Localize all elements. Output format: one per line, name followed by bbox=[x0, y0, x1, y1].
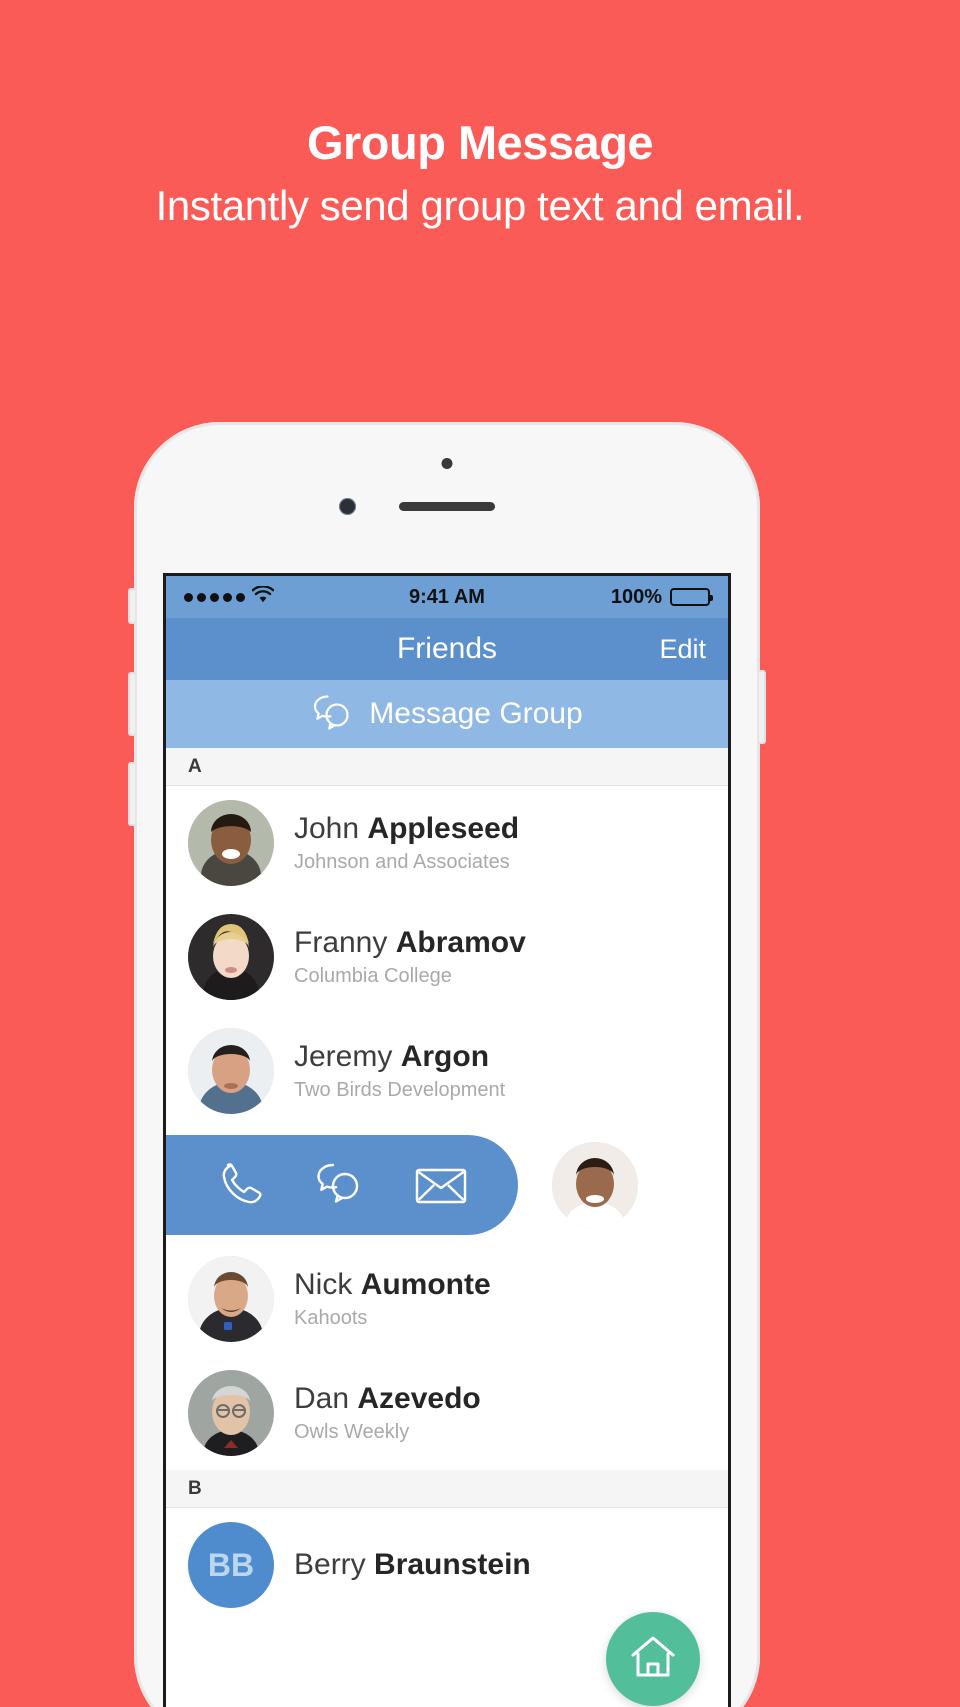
home-icon bbox=[628, 1633, 678, 1686]
contact-org: Two Birds Development bbox=[294, 1078, 506, 1101]
power-button[interactable] bbox=[759, 670, 766, 744]
phone-device: 9:41 AM 100% Friends Edit Message Group … bbox=[128, 422, 766, 1707]
contact-text: Berry Braunstein bbox=[294, 1548, 531, 1583]
signal-strength-icon bbox=[184, 592, 245, 602]
promo-subtitle: Instantly send group text and email. bbox=[155, 182, 805, 230]
phone-icon[interactable] bbox=[215, 1159, 267, 1211]
contact-text: Nick Aumonte Kahoots bbox=[294, 1268, 491, 1330]
avatar bbox=[188, 800, 274, 886]
contact-row[interactable]: Dan Azevedo Owls Weekly bbox=[166, 1356, 728, 1470]
front-camera-icon bbox=[339, 498, 356, 515]
contact-name: Jeremy Argon bbox=[294, 1040, 490, 1074]
section-header-b: B bbox=[166, 1470, 728, 1508]
swipe-actions-container bbox=[166, 1135, 518, 1235]
status-bar: 9:41 AM 100% bbox=[166, 576, 728, 618]
contact-text: Dan Azevedo Owls Weekly bbox=[294, 1382, 481, 1444]
chat-bubbles-icon bbox=[311, 693, 355, 736]
contact-text: Franny Abramov Columbia College bbox=[294, 926, 526, 988]
contact-name: Dan Azevedo bbox=[294, 1382, 481, 1416]
volume-up-button[interactable] bbox=[128, 672, 135, 736]
volume-down-button[interactable] bbox=[128, 762, 135, 826]
avatar bbox=[188, 1370, 274, 1456]
contact-name: John Appleseed bbox=[294, 812, 520, 846]
wifi-icon bbox=[251, 584, 275, 609]
contact-org: Johnson and Associates bbox=[294, 850, 510, 873]
earpiece-speaker bbox=[399, 502, 495, 511]
contact-row[interactable]: Franny Abramov Columbia College bbox=[166, 900, 728, 1014]
avatar bbox=[188, 1256, 274, 1342]
avatar bbox=[552, 1142, 638, 1228]
promo-header: Group Message Instantly send group text … bbox=[0, 0, 960, 230]
contact-row[interactable]: BB Berry Braunstein bbox=[166, 1508, 728, 1622]
contact-row[interactable]: Nick Aumonte Kahoots bbox=[166, 1242, 728, 1356]
contact-org: Columbia College bbox=[294, 964, 452, 987]
contact-row[interactable]: John Appleseed Johnson and Associates bbox=[166, 786, 728, 900]
message-group-label: Message Group bbox=[369, 697, 583, 730]
page-title: Friends bbox=[396, 632, 498, 665]
promo-title: Group Message bbox=[306, 116, 654, 169]
swipe-action-row bbox=[166, 1128, 728, 1242]
message-group-button[interactable]: Message Group bbox=[166, 680, 728, 748]
contact-name: Nick Aumonte bbox=[294, 1268, 491, 1302]
contact-org: Kahoots bbox=[294, 1306, 368, 1329]
contact-name: Berry Braunstein bbox=[294, 1547, 531, 1581]
section-header-a: A bbox=[166, 748, 728, 786]
battery-percent-label: 100% bbox=[610, 585, 662, 608]
silent-switch[interactable] bbox=[128, 588, 135, 624]
edit-button[interactable]: Edit bbox=[659, 634, 706, 665]
status-bar-left bbox=[184, 584, 275, 609]
proximity-sensor-icon bbox=[441, 458, 453, 469]
contact-org: Owls Weekly bbox=[294, 1420, 410, 1443]
home-button[interactable] bbox=[606, 1612, 700, 1706]
avatar bbox=[188, 1028, 274, 1114]
navigation-bar: Friends Edit bbox=[166, 618, 728, 680]
message-icon[interactable] bbox=[312, 1160, 368, 1210]
contact-name: Franny Abramov bbox=[294, 926, 526, 960]
contact-text: John Appleseed Johnson and Associates bbox=[294, 812, 519, 874]
avatar bbox=[188, 914, 274, 1000]
avatar-initials: BB bbox=[188, 1522, 274, 1608]
email-icon[interactable] bbox=[413, 1164, 469, 1206]
contact-row[interactable]: Jeremy Argon Two Birds Development bbox=[166, 1014, 728, 1128]
battery-icon bbox=[670, 588, 713, 606]
phone-screen: 9:41 AM 100% Friends Edit Message Group … bbox=[163, 573, 731, 1707]
contact-text: Jeremy Argon Two Birds Development bbox=[294, 1040, 505, 1102]
status-bar-right: 100% bbox=[610, 585, 713, 609]
